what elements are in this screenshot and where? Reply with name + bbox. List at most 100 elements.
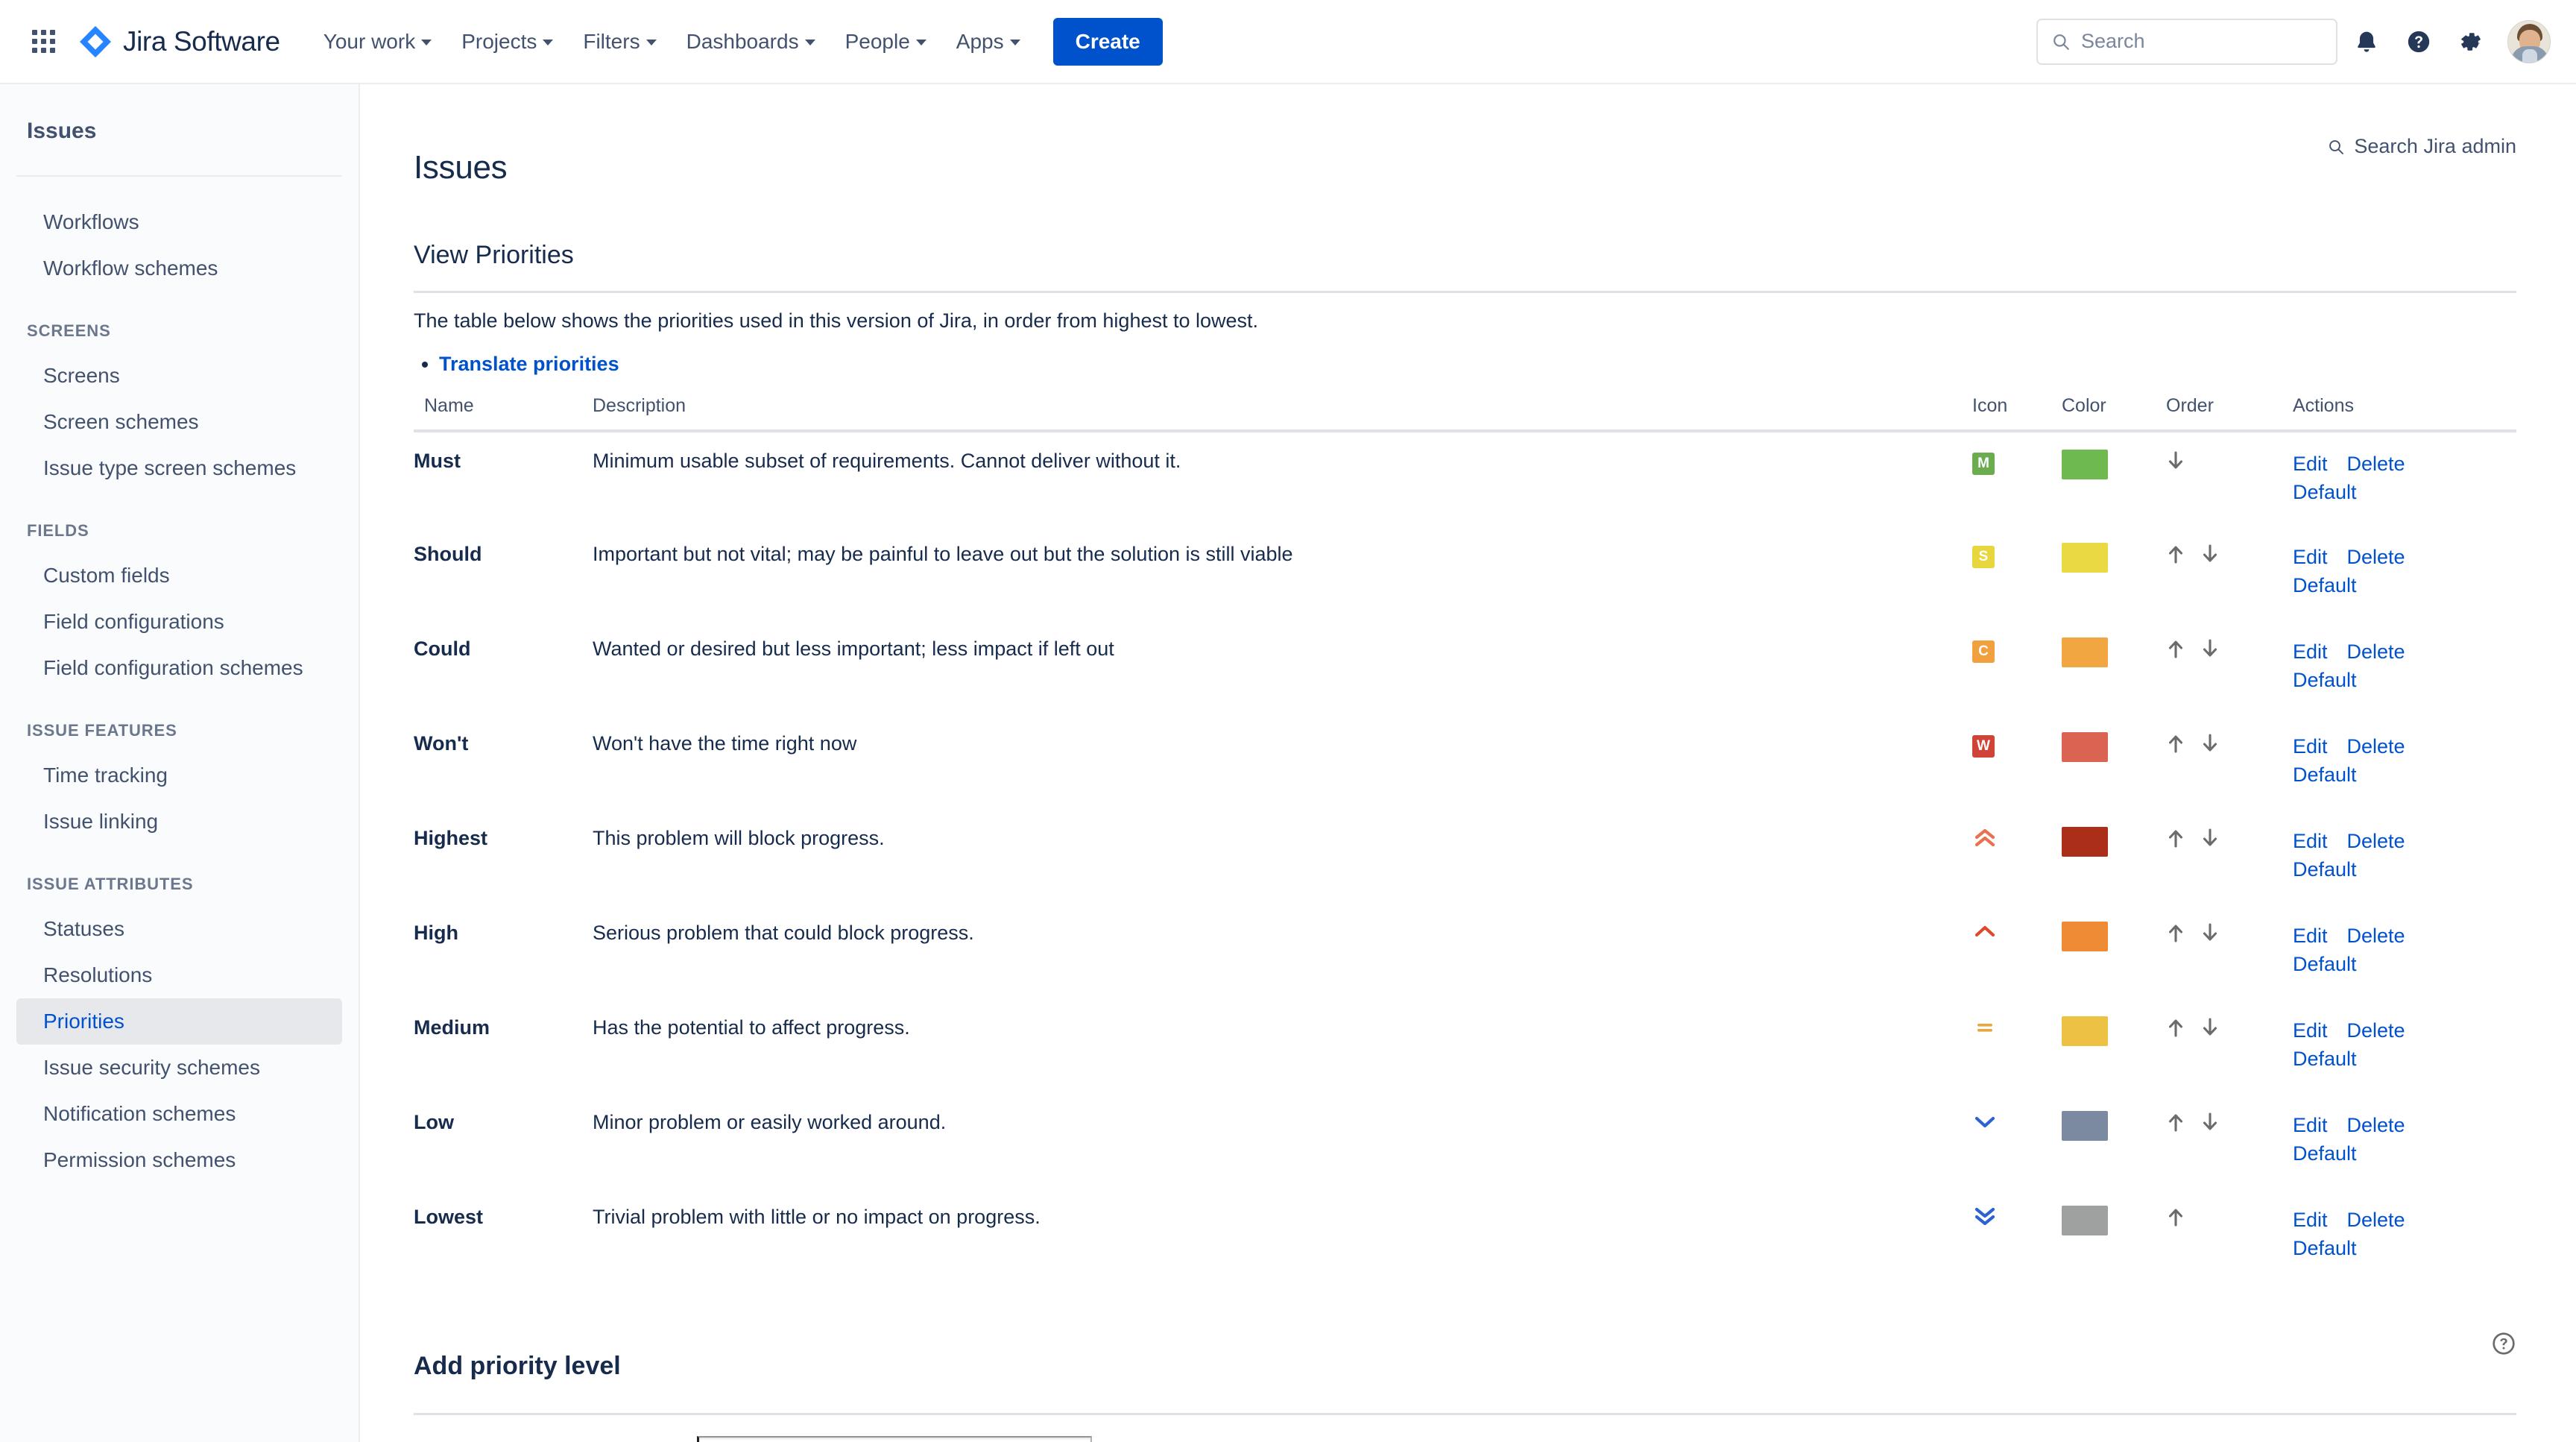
move-down-arrow-icon[interactable] [2200, 732, 2220, 760]
priority-order-cell [2166, 1094, 2293, 1188]
sidebar-item-custom-fields[interactable]: Custom fields [16, 552, 342, 599]
default-link[interactable]: Default [2293, 478, 2357, 506]
chevron-down-icon [804, 40, 815, 45]
priority-name: Lowest [414, 1206, 484, 1229]
delete-link[interactable]: Delete [2347, 827, 2405, 855]
sidebar-item-priorities[interactable]: Priorities [16, 998, 342, 1045]
move-down-arrow-icon[interactable] [2200, 543, 2220, 570]
chevron-down-icon [645, 40, 657, 45]
nav-item-projects[interactable]: Projects [448, 20, 566, 63]
translate-priorities-link[interactable]: Translate priorities [439, 353, 619, 375]
edit-link[interactable]: Edit [2293, 543, 2328, 571]
move-up-arrow-icon[interactable] [2166, 1016, 2185, 1044]
delete-link[interactable]: Delete [2347, 1111, 2405, 1139]
global-search-input[interactable]: Search [2036, 18, 2337, 65]
default-link[interactable]: Default [2293, 1234, 2357, 1262]
edit-link[interactable]: Edit [2293, 1016, 2328, 1045]
move-up-arrow-icon[interactable] [2166, 732, 2185, 760]
sidebar-item-statuses[interactable]: Statuses [16, 906, 342, 952]
move-up-arrow-icon[interactable] [2166, 922, 2185, 949]
user-avatar[interactable] [2507, 19, 2551, 63]
delete-link[interactable]: Delete [2347, 637, 2405, 666]
default-link[interactable]: Default [2293, 1045, 2357, 1073]
priority-order-cell [2166, 1188, 2293, 1283]
priority-equals-bars-icon [1972, 1021, 1998, 1043]
move-down-arrow-icon[interactable] [2200, 637, 2220, 665]
sidebar-item-issue-linking[interactable]: Issue linking [16, 799, 342, 845]
move-up-arrow-icon[interactable] [2166, 1111, 2185, 1139]
table-row: Lowest Trivial problem with little or no … [414, 1188, 2516, 1283]
delete-link[interactable]: Delete [2347, 1206, 2405, 1234]
default-link[interactable]: Default [2293, 666, 2357, 694]
delete-link[interactable]: Delete [2347, 732, 2405, 761]
move-up-arrow-icon[interactable] [2166, 543, 2185, 570]
sidebar-item-screens[interactable]: Screens [16, 353, 342, 399]
name-input[interactable] [697, 1435, 1092, 1442]
nav-item-apps[interactable]: Apps [943, 20, 1034, 63]
sidebar-item-permission-schemes[interactable]: Permission schemes [16, 1137, 342, 1183]
edit-link[interactable]: Edit [2293, 637, 2328, 666]
create-button[interactable]: Create [1052, 17, 1163, 66]
nav-left-group: Jira Software Your work Projects Filters… [0, 17, 1163, 66]
nav-item-people[interactable]: People [832, 20, 940, 63]
notifications-button[interactable] [2343, 19, 2390, 65]
sidebar-item-field-configuration-schemes[interactable]: Field configuration schemes [16, 645, 342, 691]
sidebar-item-notification-schemes[interactable]: Notification schemes [16, 1091, 342, 1137]
sidebar-item-time-tracking[interactable]: Time tracking [16, 752, 342, 799]
edit-link[interactable]: Edit [2293, 1206, 2328, 1234]
priority-description: Has the potential to affect progress. [593, 1016, 910, 1039]
settings-button[interactable] [2448, 19, 2494, 65]
nav-item-dashboards[interactable]: Dashboards [673, 20, 829, 63]
column-header-color: Color [2062, 395, 2166, 433]
section-divider [414, 291, 2516, 294]
move-down-arrow-icon[interactable] [2200, 827, 2220, 854]
color-swatch [2062, 922, 2108, 952]
move-up-arrow-icon[interactable] [2166, 1206, 2185, 1233]
default-link[interactable]: Default [2293, 761, 2357, 789]
jira-software-home-link[interactable]: Jira Software [78, 24, 280, 60]
priority-order-cell [2166, 810, 2293, 904]
edit-link[interactable]: Edit [2293, 732, 2328, 761]
move-up-arrow-icon[interactable] [2166, 827, 2185, 854]
default-link[interactable]: Default [2293, 855, 2357, 884]
help-button[interactable] [2396, 19, 2442, 65]
move-down-arrow-icon[interactable] [2200, 922, 2220, 949]
add-priority-help-button[interactable] [2491, 1331, 2516, 1360]
move-down-arrow-icon[interactable] [2166, 450, 2185, 477]
color-swatch [2062, 827, 2108, 857]
sidebar-item-workflows[interactable]: Workflows [16, 199, 342, 245]
sidebar-item-issue-security-schemes[interactable]: Issue security schemes [16, 1045, 342, 1091]
priority-actions-cell: Edit Delete Default [2293, 526, 2516, 620]
move-up-arrow-icon[interactable] [2166, 637, 2185, 665]
priority-icon-cell [1972, 1188, 2062, 1283]
edit-link[interactable]: Edit [2293, 827, 2328, 855]
priority-actions-cell: Edit Delete Default [2293, 1188, 2516, 1283]
sidebar-item-screen-schemes[interactable]: Screen schemes [16, 399, 342, 445]
nav-item-filters[interactable]: Filters [569, 20, 669, 63]
move-down-arrow-icon[interactable] [2200, 1111, 2220, 1139]
delete-link[interactable]: Delete [2347, 922, 2405, 950]
sidebar-item-field-configurations[interactable]: Field configurations [16, 599, 342, 645]
priority-name: Low [414, 1111, 454, 1134]
default-link[interactable]: Default [2293, 950, 2357, 978]
page-header: Issues Search Jira admin [414, 127, 2516, 209]
add-priority-header: Add priority level [414, 1331, 2516, 1402]
edit-link[interactable]: Edit [2293, 450, 2328, 478]
edit-link[interactable]: Edit [2293, 922, 2328, 950]
delete-link[interactable]: Delete [2347, 450, 2405, 478]
app-switcher-button[interactable] [22, 21, 64, 63]
move-down-arrow-icon[interactable] [2200, 1016, 2220, 1044]
nav-item-your-work[interactable]: Your work [310, 20, 445, 63]
default-link[interactable]: Default [2293, 571, 2357, 599]
delete-link[interactable]: Delete [2347, 543, 2405, 571]
sidebar-item-issue-type-screen-schemes[interactable]: Issue type screen schemes [16, 445, 342, 491]
delete-link[interactable]: Delete [2347, 1016, 2405, 1045]
search-jira-admin-link[interactable]: Search Jira admin [2327, 135, 2516, 158]
sidebar-item-resolutions[interactable]: Resolutions [16, 952, 342, 998]
default-link[interactable]: Default [2293, 1139, 2357, 1168]
priority-actions-cell: Edit Delete Default [2293, 999, 2516, 1094]
edit-link[interactable]: Edit [2293, 1111, 2328, 1139]
sidebar-item-workflow-schemes[interactable]: Workflow schemes [16, 245, 342, 292]
main-content: Issues Search Jira admin View Priorities… [360, 84, 2576, 1442]
add-priority-divider [414, 1412, 2516, 1415]
